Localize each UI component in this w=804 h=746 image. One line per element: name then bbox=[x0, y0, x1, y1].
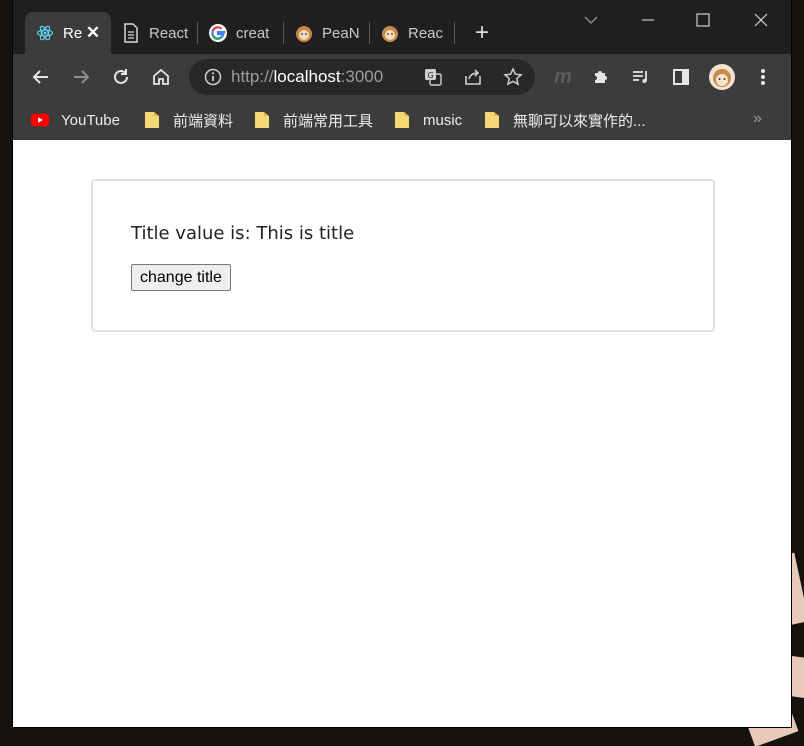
avatar[interactable] bbox=[706, 61, 738, 93]
address-bar[interactable]: http://localhost:3000 G bbox=[189, 59, 535, 95]
tab-google-search[interactable]: creat bbox=[198, 12, 283, 54]
react-icon bbox=[35, 23, 55, 43]
window-close-icon[interactable] bbox=[746, 6, 776, 34]
media-queue-icon[interactable] bbox=[625, 61, 657, 93]
bookmark-label: 無聊可以來實作的... bbox=[513, 112, 646, 130]
tab-label: Re bbox=[63, 24, 83, 42]
tab-peanut[interactable]: PeaN bbox=[284, 12, 369, 54]
bookmark-folder-frontend-tools[interactable]: 前端常用工具 bbox=[253, 108, 373, 132]
hedgehog-icon bbox=[294, 23, 314, 43]
browser-toolbar: http://localhost:3000 G m bbox=[13, 54, 791, 100]
content-card: Title value is: This is title change tit… bbox=[91, 179, 715, 332]
forward-icon[interactable] bbox=[65, 61, 97, 93]
bookmark-label: music bbox=[423, 111, 463, 129]
tab-close-icon[interactable]: ✕ bbox=[85, 23, 101, 42]
bookmarks-overflow-chevron-icon[interactable]: » bbox=[753, 110, 762, 128]
tab-react-active[interactable]: Re ✕ bbox=[25, 12, 111, 54]
document-icon bbox=[121, 23, 141, 43]
more-menu-icon[interactable] bbox=[747, 61, 779, 93]
tab-react-docs[interactable]: React bbox=[111, 12, 197, 54]
youtube-icon bbox=[31, 111, 49, 129]
bookmark-label: 前端常用工具 bbox=[283, 112, 374, 130]
side-panel-icon[interactable] bbox=[665, 61, 697, 93]
folder-icon bbox=[483, 111, 501, 129]
google-icon bbox=[208, 23, 228, 43]
folder-icon bbox=[143, 111, 161, 129]
tab-react-peanut[interactable]: Reac bbox=[370, 12, 454, 54]
new-tab-button[interactable]: + bbox=[469, 19, 495, 46]
bookmark-youtube[interactable]: YouTube bbox=[31, 108, 120, 132]
extension-m-icon[interactable]: m bbox=[547, 61, 579, 93]
bookmark-folder-music[interactable]: music bbox=[393, 108, 462, 132]
page-viewport: Title value is: This is title change tit… bbox=[13, 140, 791, 727]
tab-strip: Re ✕ React creat PeaN Reac + bbox=[13, 0, 791, 54]
reload-icon[interactable] bbox=[105, 61, 137, 93]
tab-search-chevron-icon[interactable] bbox=[576, 6, 606, 34]
back-icon[interactable] bbox=[25, 61, 57, 93]
tab-label: PeaN bbox=[322, 24, 360, 42]
bookmark-folder-side-projects[interactable]: 無聊可以來實作的... bbox=[483, 108, 646, 132]
minimize-icon[interactable] bbox=[633, 6, 663, 34]
change-title-button[interactable]: change title bbox=[131, 264, 231, 291]
svg-text:G: G bbox=[428, 71, 434, 80]
bookmarks-bar: YouTube 前端資料 前端常用工具 music 無聊可以來實作的... » bbox=[13, 100, 791, 141]
hedgehog-icon bbox=[380, 23, 400, 43]
maximize-icon[interactable] bbox=[688, 6, 718, 34]
translate-icon[interactable]: G bbox=[421, 65, 445, 89]
tab-label: creat bbox=[236, 24, 270, 42]
bookmark-label: YouTube bbox=[61, 111, 120, 129]
bookmark-folder-frontend-notes[interactable]: 前端資料 bbox=[143, 108, 233, 132]
site-info-icon[interactable] bbox=[201, 65, 225, 89]
tab-label: React bbox=[149, 24, 189, 42]
browser-window: Re ✕ React creat PeaN Reac + http://loca… bbox=[13, 0, 791, 727]
folder-icon bbox=[393, 111, 411, 129]
bookmark-star-icon[interactable] bbox=[501, 65, 525, 89]
tab-label: Reac bbox=[408, 24, 444, 42]
url-text[interactable]: http://localhost:3000 bbox=[231, 67, 383, 87]
title-value-text: Title value is: This is title bbox=[131, 223, 355, 244]
share-icon[interactable] bbox=[461, 65, 485, 89]
bookmark-label: 前端資料 bbox=[173, 112, 234, 130]
tab-separator bbox=[454, 22, 455, 44]
extensions-puzzle-icon[interactable] bbox=[585, 61, 617, 93]
folder-icon bbox=[253, 111, 271, 129]
home-icon[interactable] bbox=[145, 61, 177, 93]
